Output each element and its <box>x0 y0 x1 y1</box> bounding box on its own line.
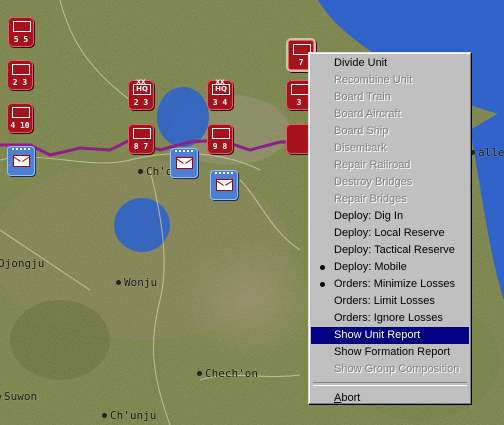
menu-item-orders-ignore-losses[interactable]: Orders: Ignore Losses <box>311 310 469 327</box>
unit-context-menu: Divide Unit Recombine Unit Board Train Boar… <box>308 52 472 405</box>
unit-type-icon <box>291 84 309 95</box>
unit-type-icon <box>13 21 31 32</box>
unit-strength: 3 4 <box>212 98 228 107</box>
hq-icon: HQ <box>133 84 151 95</box>
town-label-chunju: Ch'unju <box>101 409 157 422</box>
menu-item-board-aircraft: Board Aircraft <box>311 106 469 123</box>
menu-item-board-train: Board Train <box>311 89 469 106</box>
radio-check-icon <box>320 265 325 270</box>
menu-item-deploy-tactical-reserve[interactable]: Deploy: Tactical Reserve <box>311 242 469 259</box>
unit-strength: 4 10 <box>10 121 30 130</box>
menu-item-label: Orders: Limit Losses <box>334 295 435 307</box>
unit-type-icon <box>212 128 230 139</box>
enemy-unit-counter[interactable] <box>210 170 238 200</box>
enemy-unit-size-icon <box>12 148 30 153</box>
hq-unit-counter[interactable]: XX HQ 2 3 <box>128 79 154 110</box>
unit-strength: 2 3 <box>12 78 28 87</box>
menu-item-label: Show Formation Report <box>334 346 451 358</box>
enemy-unit-type-icon <box>216 179 233 191</box>
unit-strength: 9 8 <box>212 142 228 151</box>
menu-item-label: Disembark <box>334 142 387 154</box>
menu-item-deploy-mobile[interactable]: Deploy: Mobile <box>311 259 469 276</box>
menu-item-label: Orders: Ignore Losses <box>334 312 443 324</box>
town-label-wonju: Wonju <box>115 276 158 289</box>
menu-item-label: Deploy: Local Reserve <box>334 227 445 239</box>
menu-item-label: Orders: Minimize Losses <box>334 278 456 290</box>
unit-strength: 2 3 <box>133 98 149 107</box>
menu-item-label: Recombine Unit <box>334 74 413 86</box>
menu-item-show-unit-report[interactable]: Show Unit Report <box>311 327 469 344</box>
unit-counter[interactable]: 8 7 <box>128 124 154 154</box>
unit-counter[interactable]: 9 8 <box>207 124 233 154</box>
menu-item-show-formation-report[interactable]: Show Formation Report <box>311 344 469 361</box>
menu-item-label: Show Unit Report <box>334 329 421 341</box>
menu-item-abort[interactable]: Abort <box>311 390 469 407</box>
unit-type-icon <box>12 64 30 75</box>
menu-item-label: Deploy: Tactical Reserve <box>334 244 455 256</box>
menu-item-label: Board Train <box>334 91 391 103</box>
hq-unit-counter[interactable]: XX HQ 3 4 <box>207 79 233 110</box>
menu-item-label: Repair Railroad <box>334 159 411 171</box>
menu-item-label: Board Aircraft <box>334 108 401 120</box>
menu-item-disembark: Disembark <box>311 140 469 157</box>
menu-item-divide-unit[interactable]: Divide Unit <box>311 55 469 72</box>
menu-item-show-group-composition: Show Group Composition <box>311 361 469 378</box>
menu-item-destroy-bridges: Destroy Bridges <box>311 174 469 191</box>
enemy-unit-type-icon <box>13 155 30 167</box>
unit-type-icon <box>12 107 30 118</box>
menu-item-deploy-local-reserve[interactable]: Deploy: Local Reserve <box>311 225 469 242</box>
hq-icon: HQ <box>212 84 230 95</box>
menu-item-recombine-unit: Recombine Unit <box>311 72 469 89</box>
town-label-chechon: Chech'on <box>197 367 258 380</box>
town-label-alle: alle <box>470 146 504 159</box>
enemy-unit-counter[interactable] <box>170 148 198 178</box>
unit-strength: 5 5 <box>13 35 29 44</box>
unit-type-icon <box>133 128 151 139</box>
unit-counter[interactable]: 4 10 <box>7 103 33 133</box>
enemy-unit-type-icon <box>176 157 193 169</box>
menu-item-label: Show Group Composition <box>334 363 460 375</box>
menu-separator <box>313 382 467 386</box>
menu-item-label: Divide Unit <box>334 57 388 69</box>
unit-counter[interactable]: 5 5 <box>8 17 34 47</box>
menu-item-orders-minimize-losses[interactable]: Orders: Minimize Losses <box>311 276 469 293</box>
menu-item-repair-railroad: Repair Railroad <box>311 157 469 174</box>
unit-strength: 8 7 <box>133 142 149 151</box>
menu-item-label: Repair Bridges <box>334 193 407 205</box>
enemy-unit-counter[interactable] <box>7 146 35 176</box>
menu-item-label: Deploy: Dig In <box>334 210 404 222</box>
menu-item-label: Deploy: Mobile <box>334 261 407 273</box>
menu-item-deploy-dig-in[interactable]: Deploy: Dig In <box>311 208 469 225</box>
menu-item-label: Destroy Bridges <box>334 176 413 188</box>
menu-item-board-ship: Board Ship <box>311 123 469 140</box>
menu-item-orders-limit-losses[interactable]: Orders: Limit Losses <box>311 293 469 310</box>
radio-check-icon <box>320 282 325 287</box>
abort-label-rest: bort <box>341 392 361 404</box>
town-label-ojongju: Ojongju <box>0 257 45 270</box>
menu-items: Divide Unit Recombine Unit Board Train Boar… <box>311 55 469 378</box>
menu-item-repair-bridges: Repair Bridges <box>311 191 469 208</box>
enemy-unit-size-icon <box>175 150 193 155</box>
enemy-unit-size-icon <box>215 172 233 177</box>
menu-item-label: Board Ship <box>334 125 389 137</box>
town-label-suwon: Suwon <box>0 390 38 403</box>
unit-counter[interactable]: 2 3 <box>7 60 33 90</box>
